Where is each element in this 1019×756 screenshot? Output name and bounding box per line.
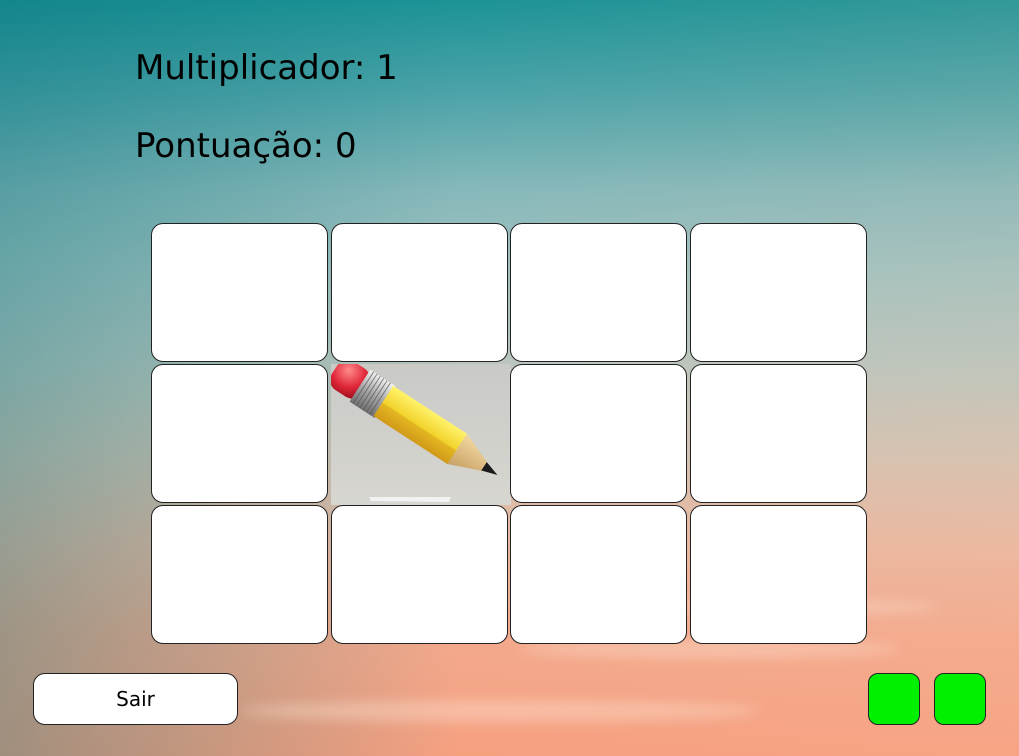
- memory-card[interactable]: [510, 223, 687, 362]
- pencil-icon: [331, 364, 511, 505]
- memory-card-revealed[interactable]: [331, 364, 511, 505]
- memory-card[interactable]: [151, 364, 328, 503]
- green-button[interactable]: [934, 673, 986, 725]
- exit-button-label: Sair: [116, 687, 155, 711]
- memory-card[interactable]: [690, 505, 867, 644]
- green-button[interactable]: [868, 673, 920, 725]
- memory-card[interactable]: [151, 505, 328, 644]
- multiplier-label: Multiplicador: 1: [135, 48, 398, 88]
- memory-card[interactable]: [690, 223, 867, 362]
- memory-card[interactable]: [510, 364, 687, 503]
- memory-card[interactable]: [151, 223, 328, 362]
- memory-card[interactable]: [510, 505, 687, 644]
- memory-card[interactable]: [331, 505, 508, 644]
- exit-button[interactable]: Sair: [33, 673, 238, 725]
- cloud: [240, 700, 760, 722]
- memory-card[interactable]: [690, 364, 867, 503]
- score-label: Pontuação: 0: [135, 126, 357, 166]
- card-grid: [151, 223, 870, 647]
- memory-card[interactable]: [331, 223, 508, 362]
